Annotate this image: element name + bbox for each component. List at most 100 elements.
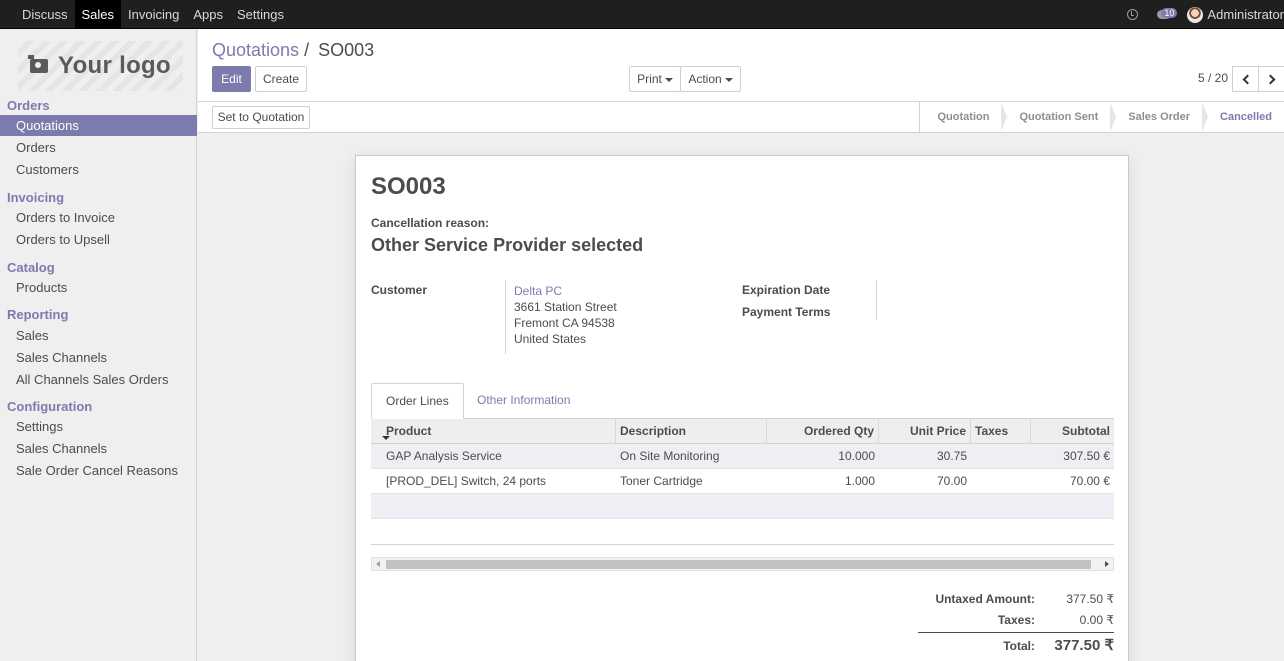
sidebar-section-orders: Orders xyxy=(7,98,50,113)
table-header: Product Description Ordered Qty Unit Pri… xyxy=(371,419,1114,444)
sidebar-item-all-channels-sales-orders[interactable]: All Channels Sales Orders xyxy=(0,369,197,390)
order-title: SO003 xyxy=(371,173,446,200)
messages-badge: 10 xyxy=(1161,7,1178,18)
scroll-right-icon[interactable] xyxy=(1105,561,1109,567)
sidebar-item-quotations[interactable]: Quotations xyxy=(0,115,197,136)
col-product[interactable]: Product xyxy=(382,419,616,444)
table-empty-row xyxy=(371,494,1114,519)
cell-subtotal: 70.00 € xyxy=(1069,474,1110,488)
breadcrumb-separator: / xyxy=(304,40,310,60)
customer-street: 3661 Station Street xyxy=(514,300,617,314)
sidebar-item-orders-to-invoice[interactable]: Orders to Invoice xyxy=(0,207,197,228)
sidebar-item-sales-channels[interactable]: Sales Channels xyxy=(0,347,197,368)
cancellation-reason-label: Cancellation reason: xyxy=(371,216,490,230)
total-value: 377.50 ₹ xyxy=(1054,637,1114,654)
col-taxes[interactable]: Taxes xyxy=(971,419,1031,444)
stage-cancelled: Cancelled xyxy=(1220,111,1272,123)
customer-country: United States xyxy=(514,332,587,346)
menu-settings[interactable]: Settings xyxy=(230,0,291,29)
stage-pipeline: Quotation Quotation Sent Sales Order Can… xyxy=(918,102,1284,132)
logo-text: Your logo xyxy=(58,52,171,79)
sidebar-item-cancel-reasons[interactable]: Sale Order Cancel Reasons xyxy=(0,460,197,481)
print-label: Print xyxy=(637,72,662,86)
cell-unit-price: 30.75 xyxy=(936,449,967,463)
customer-city: Fremont CA 94538 xyxy=(514,316,615,330)
col-unit-price[interactable]: Unit Price xyxy=(879,419,971,444)
col-ordered-qty[interactable]: Ordered Qty xyxy=(767,419,879,444)
status-bar: Set to Quotation Quotation Quotation Sen… xyxy=(198,101,1284,133)
pager-next-button[interactable] xyxy=(1258,66,1284,92)
notebook-tabs: Order Lines Other Information xyxy=(371,383,1114,419)
cancellation-reason-value: Other Service Provider selected xyxy=(371,235,644,255)
sidebar-item-orders-to-upsell[interactable]: Orders to Upsell xyxy=(0,229,197,250)
tab-order-lines[interactable]: Order Lines xyxy=(371,383,464,419)
control-panel: Quotations / SO003 Edit Create Print Act… xyxy=(198,29,1284,101)
create-button[interactable]: Create xyxy=(255,66,307,92)
action-caret-icon xyxy=(724,77,733,82)
stage-quotation[interactable]: Quotation xyxy=(920,102,1008,132)
print-caret-icon xyxy=(664,77,673,82)
scrollbar-thumb[interactable] xyxy=(386,560,1091,569)
action-dropdown[interactable]: Action xyxy=(680,66,741,92)
sidebar-item-products[interactable]: Products xyxy=(0,277,197,298)
activity-clock-icon[interactable] xyxy=(1127,9,1139,20)
sidebar-item-settings[interactable]: Settings xyxy=(0,416,197,437)
sidebar-item-customers[interactable]: Customers xyxy=(0,159,197,180)
sidebar-item-orders[interactable]: Orders xyxy=(0,137,197,158)
set-to-quotation-button[interactable]: Set to Quotation xyxy=(212,106,310,129)
menu-discuss[interactable]: Discuss xyxy=(15,0,75,29)
cell-product: GAP Analysis Service xyxy=(386,449,502,463)
pager-value[interactable]: 5 / 20 xyxy=(1198,71,1228,85)
customer-label: Customer xyxy=(371,283,428,297)
stage-quotation-sent[interactable]: Quotation Sent xyxy=(1001,102,1117,132)
breadcrumb-quotations-link[interactable]: Quotations xyxy=(212,40,299,60)
company-logo[interactable]: Your logo xyxy=(18,41,183,91)
table-footer xyxy=(371,544,1114,576)
horizontal-scrollbar[interactable] xyxy=(371,557,1114,571)
untaxed-amount-value: 377.50 ₹ xyxy=(1066,592,1114,606)
table-row[interactable]: [PROD_DEL] Switch, 24 ports Toner Cartri… xyxy=(371,469,1114,494)
chevron-right-icon xyxy=(1265,74,1275,84)
cell-taxes xyxy=(971,444,1031,469)
chevron-left-icon xyxy=(1242,74,1252,84)
systray: 10 Administrator xyxy=(1127,0,1284,29)
breadcrumb-current: SO003 xyxy=(318,40,375,60)
customer-name-link[interactable]: Delta PC xyxy=(514,284,562,298)
scroll-left-icon[interactable] xyxy=(376,561,380,567)
sidebar-item-sales[interactable]: Sales xyxy=(0,325,197,346)
tab-other-information[interactable]: Other Information xyxy=(463,383,584,419)
cell-product: [PROD_DEL] Switch, 24 ports xyxy=(386,474,547,488)
col-subtotal[interactable]: Subtotal xyxy=(1031,419,1114,444)
print-dropdown[interactable]: Print xyxy=(629,66,681,92)
cell-ordered-qty: 10.000 xyxy=(838,449,875,463)
expiration-date-label: Expiration Date xyxy=(742,283,831,297)
top-navbar: Discuss Sales Invoicing Apps Settings 10… xyxy=(0,0,1284,29)
pager-previous-button[interactable] xyxy=(1232,66,1259,92)
user-name[interactable]: Administrator xyxy=(1207,7,1284,22)
edit-button[interactable]: Edit xyxy=(212,66,251,92)
menu-invoicing[interactable]: Invoicing xyxy=(121,0,186,29)
table-row[interactable]: GAP Analysis Service On Site Monitoring … xyxy=(371,444,1114,469)
payment-terms-label: Payment Terms xyxy=(742,305,831,319)
stage-sales-order[interactable]: Sales Order xyxy=(1110,102,1208,132)
camera-icon xyxy=(28,55,49,73)
sidebar-section-configuration: Configuration xyxy=(7,399,93,414)
menu-sales[interactable]: Sales xyxy=(74,0,122,29)
col-description[interactable]: Description xyxy=(616,419,767,444)
cell-subtotal: 307.50 € xyxy=(1063,449,1110,463)
taxes-value: 0.00 ₹ xyxy=(1079,613,1114,627)
cell-unit-price: 70.00 xyxy=(936,474,967,488)
sidebar-section-invoicing: Invoicing xyxy=(7,190,65,205)
sidebar-item-sales-channels-config[interactable]: Sales Channels xyxy=(0,438,197,459)
totals-divider xyxy=(918,632,1114,633)
app-menu: Discuss Sales Invoicing Apps Settings xyxy=(15,0,291,29)
messages-icon[interactable]: 10 xyxy=(1157,7,1178,21)
user-avatar[interactable] xyxy=(1187,6,1204,23)
cell-ordered-qty: 1.000 xyxy=(844,474,875,488)
action-label: Action xyxy=(688,72,722,86)
sidebar: Your logo Orders Quotations Orders Custo… xyxy=(0,29,197,661)
cell-description: Toner Cartridge xyxy=(620,474,703,488)
sidebar-section-catalog: Catalog xyxy=(7,260,55,275)
menu-apps[interactable]: Apps xyxy=(186,0,230,29)
sidebar-section-reporting: Reporting xyxy=(7,307,69,322)
